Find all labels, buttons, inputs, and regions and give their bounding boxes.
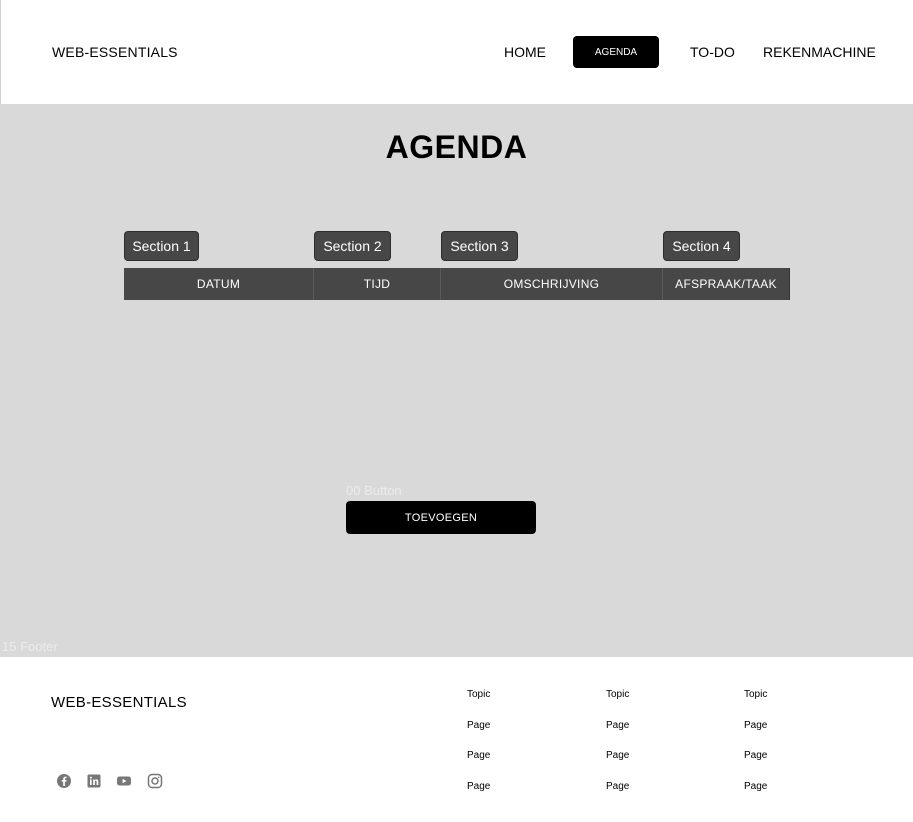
nav-home-link[interactable]: HOME [504,44,546,60]
linkedin-icon[interactable] [86,773,102,789]
column-header-omschrijving: OMSCHRIJVING [441,268,663,300]
toevoegen-button[interactable]: TOEVOEGEN [346,501,536,534]
footer-page-link[interactable]: Page [606,750,629,761]
footer-page-link[interactable]: Page [744,720,767,731]
footer-page-link[interactable]: Page [467,750,490,761]
section-4-tab[interactable]: Section 4 [663,231,740,261]
footer-page-link[interactable]: Page [467,781,490,792]
section-2-tab[interactable]: Section 2 [314,231,391,261]
section-3-tab[interactable]: Section 3 [441,231,518,261]
footer-logo: WEB-ESSENTIALS [51,694,187,711]
footer-page-link[interactable]: Page [744,781,767,792]
site-footer: WEB-ESSENTIALS Topic Page Page Page Topi… [0,657,913,822]
agenda-main: AGENDA Section 1 Section 2 Section 3 Sec… [0,104,913,657]
site-header: WEB-ESSENTIALS HOME AGENDA TO-DO REKENMA… [0,0,913,104]
facebook-icon[interactable] [56,773,72,789]
footer-topic-3: Topic [744,689,768,700]
site-logo[interactable]: WEB-ESSENTIALS [52,44,178,60]
page-title: AGENDA [385,129,528,165]
nav-rekenmachine-link[interactable]: REKENMACHINE [763,44,876,60]
footer-topic-2: Topic [606,689,630,700]
column-header-tijd: TIJD [314,268,441,300]
footer-page-link[interactable]: Page [606,720,629,731]
youtube-icon[interactable] [116,773,132,789]
footer-frame-label: 15 Footer [2,639,58,654]
nav-agenda-link[interactable]: AGENDA [573,36,659,68]
footer-page-link[interactable]: Page [744,750,767,761]
footer-page-link[interactable]: Page [606,781,629,792]
nav-todo-link[interactable]: TO-DO [690,44,735,60]
section-1-tab[interactable]: Section 1 [124,231,199,261]
footer-page-link[interactable]: Page [467,720,490,731]
agenda-table-header: DATUM TIJD OMSCHRIJVING AFSPRAAK/TAAK [124,268,790,300]
column-header-afspraak-taak: AFSPRAAK/TAAK [663,268,790,300]
footer-topic-1: Topic [467,689,491,700]
instagram-icon[interactable] [147,773,163,789]
button-frame-label: 00 Button [346,483,402,498]
column-header-datum: DATUM [124,268,314,300]
